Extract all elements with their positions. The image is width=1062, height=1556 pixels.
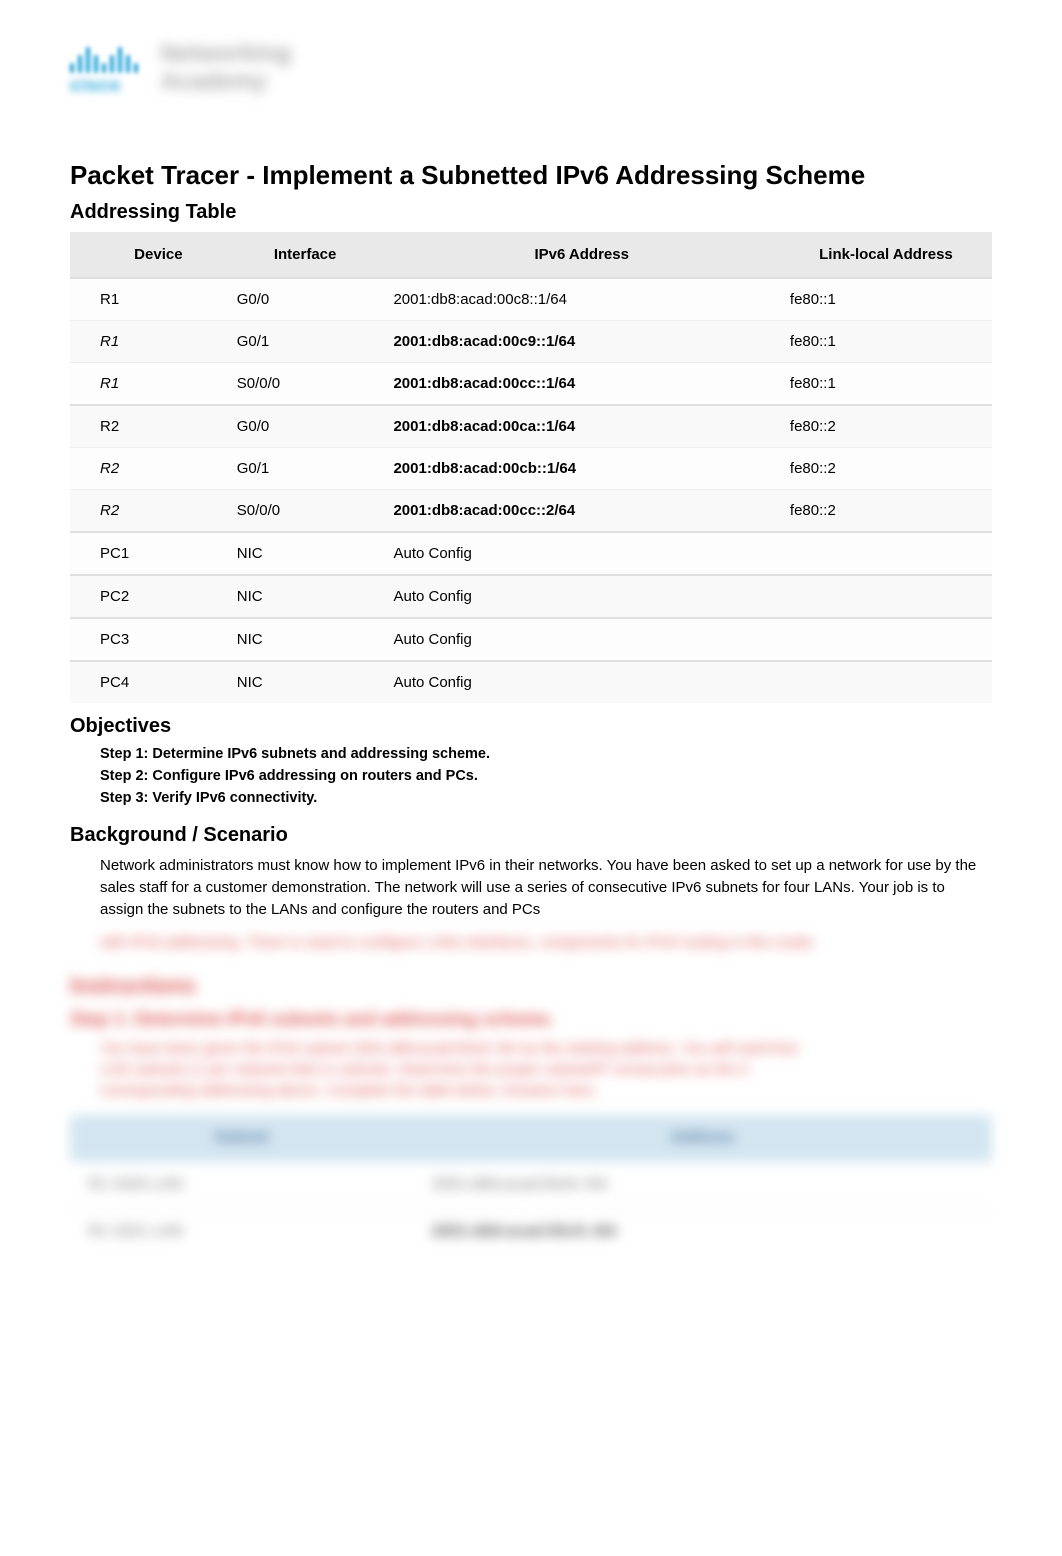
cisco-bars-icon	[70, 41, 138, 73]
blurred-r2c1: R1 G0/1 LAN	[70, 1209, 413, 1256]
cell-ipv6: Auto Config	[383, 618, 779, 661]
cell-device: R2	[70, 448, 227, 490]
cell-linklocal: fe80::1	[780, 278, 992, 321]
addressing-table: Device Interface IPv6 Address Link-local…	[70, 232, 992, 703]
page-title: Packet Tracer - Implement a Subnetted IP…	[70, 160, 992, 191]
cell-linklocal: fe80::1	[780, 363, 992, 406]
blurred-step-heading: Step 1: Determine IPv6 subnets and addre…	[70, 1009, 992, 1030]
objectives-list: Step 1: Determine IPv6 subnets and addre…	[70, 746, 992, 806]
cisco-logo: cisco	[70, 41, 138, 96]
blurred-step-text-3: corresponding addressing above. Complete…	[70, 1080, 992, 1101]
cell-ipv6: Auto Config	[383, 532, 779, 575]
cell-interface: NIC	[227, 618, 384, 661]
cell-ipv6: 2001:db8:acad:00ca::1/64	[383, 405, 779, 448]
blurred-content: with IPv6 addressing. There is need to c…	[70, 932, 992, 1255]
cell-linklocal: fe80::2	[780, 490, 992, 533]
objective-step-2: Step 2: Configure IPv6 addressing on rou…	[100, 768, 992, 784]
table-row: R2G0/12001:db8:acad:00cb::1/64fe80::2	[70, 448, 992, 490]
logo-area: cisco Networking Academy	[70, 40, 992, 130]
cell-ipv6: 2001:db8:acad:00cb::1/64	[383, 448, 779, 490]
objective-step-1: Step 1: Determine IPv6 subnets and addre…	[100, 746, 992, 762]
table-header-row: Device Interface IPv6 Address Link-local…	[70, 232, 992, 278]
logo-line1: Networking	[160, 40, 291, 68]
blurred-th-subnet: Subnet	[70, 1115, 413, 1162]
table-row: R2G0/02001:db8:acad:00ca::1/64fe80::2	[70, 405, 992, 448]
cell-ipv6: 2001:db8:acad:00c8::1/64	[383, 278, 779, 321]
cell-interface: G0/1	[227, 448, 384, 490]
cell-interface: S0/0/0	[227, 490, 384, 533]
cell-device: PC1	[70, 532, 227, 575]
table-row: R1S0/0/02001:db8:acad:00cc::1/64fe80::1	[70, 363, 992, 406]
objectives-heading: Objectives	[70, 715, 992, 738]
cell-interface: G0/1	[227, 321, 384, 363]
cell-linklocal: fe80::1	[780, 321, 992, 363]
blurred-th-address: Address	[413, 1115, 992, 1162]
background-text: Network administrators must know how to …	[70, 855, 992, 920]
header-device: Device	[70, 232, 227, 278]
blurred-instructions-heading: Instructions	[70, 973, 992, 999]
blurred-step-text-2: LAN subnets (1 per network link) in subn…	[70, 1059, 992, 1080]
logo-line2: Academy	[160, 68, 291, 96]
cell-ipv6: Auto Config	[383, 575, 779, 618]
blurred-r1c1: R1 G0/0 LAN	[70, 1162, 413, 1209]
cell-device: R2	[70, 405, 227, 448]
header-linklocal: Link-local Address	[780, 232, 992, 278]
cell-linklocal	[780, 661, 992, 703]
cell-interface: NIC	[227, 661, 384, 703]
cell-ipv6: 2001:db8:acad:00cc::1/64	[383, 363, 779, 406]
table-row: R1G0/02001:db8:acad:00c8::1/64fe80::1	[70, 278, 992, 321]
table-row: PC4NICAuto Config	[70, 661, 992, 703]
header-ipv6: IPv6 Address	[383, 232, 779, 278]
table-row: PC2NICAuto Config	[70, 575, 992, 618]
addressing-heading: Addressing Table	[70, 201, 992, 224]
cell-linklocal	[780, 618, 992, 661]
blurred-subnet-table: Subnet Address R1 G0/0 LAN 2001:db8:acad…	[70, 1115, 992, 1255]
blurred-red-line: with IPv6 addressing. There is need to c…	[70, 932, 992, 953]
blurred-step-text-1: You have been given the IPv6 subnet 2001…	[70, 1038, 992, 1059]
cell-interface: S0/0/0	[227, 363, 384, 406]
objective-step-3: Step 3: Verify IPv6 connectivity.	[100, 790, 992, 806]
cell-interface: NIC	[227, 575, 384, 618]
cell-device: PC3	[70, 618, 227, 661]
cell-ipv6: Auto Config	[383, 661, 779, 703]
cell-device: R1	[70, 321, 227, 363]
table-row: PC1NICAuto Config	[70, 532, 992, 575]
cell-device: PC4	[70, 661, 227, 703]
blurred-r1c2: 2001:db8:acad:00c8::/64	[413, 1162, 992, 1209]
cell-ipv6: 2001:db8:acad:00c9::1/64	[383, 321, 779, 363]
cell-interface: G0/0	[227, 278, 384, 321]
cell-device: R1	[70, 363, 227, 406]
cell-device: R2	[70, 490, 227, 533]
cell-linklocal	[780, 532, 992, 575]
networking-academy-text: Networking Academy	[160, 40, 291, 96]
cell-device: R1	[70, 278, 227, 321]
cell-linklocal: fe80::2	[780, 448, 992, 490]
cell-interface: G0/0	[227, 405, 384, 448]
cell-linklocal: fe80::2	[780, 405, 992, 448]
cell-device: PC2	[70, 575, 227, 618]
cisco-text: cisco	[70, 75, 138, 96]
blurred-r2c2: 2001:db8:acad:00c9::/64	[413, 1209, 992, 1256]
header-interface: Interface	[227, 232, 384, 278]
cell-interface: NIC	[227, 532, 384, 575]
table-row: R1G0/12001:db8:acad:00c9::1/64fe80::1	[70, 321, 992, 363]
cell-ipv6: 2001:db8:acad:00cc::2/64	[383, 490, 779, 533]
table-row: R2S0/0/02001:db8:acad:00cc::2/64fe80::2	[70, 490, 992, 533]
cell-linklocal	[780, 575, 992, 618]
table-row: PC3NICAuto Config	[70, 618, 992, 661]
background-heading: Background / Scenario	[70, 824, 992, 847]
